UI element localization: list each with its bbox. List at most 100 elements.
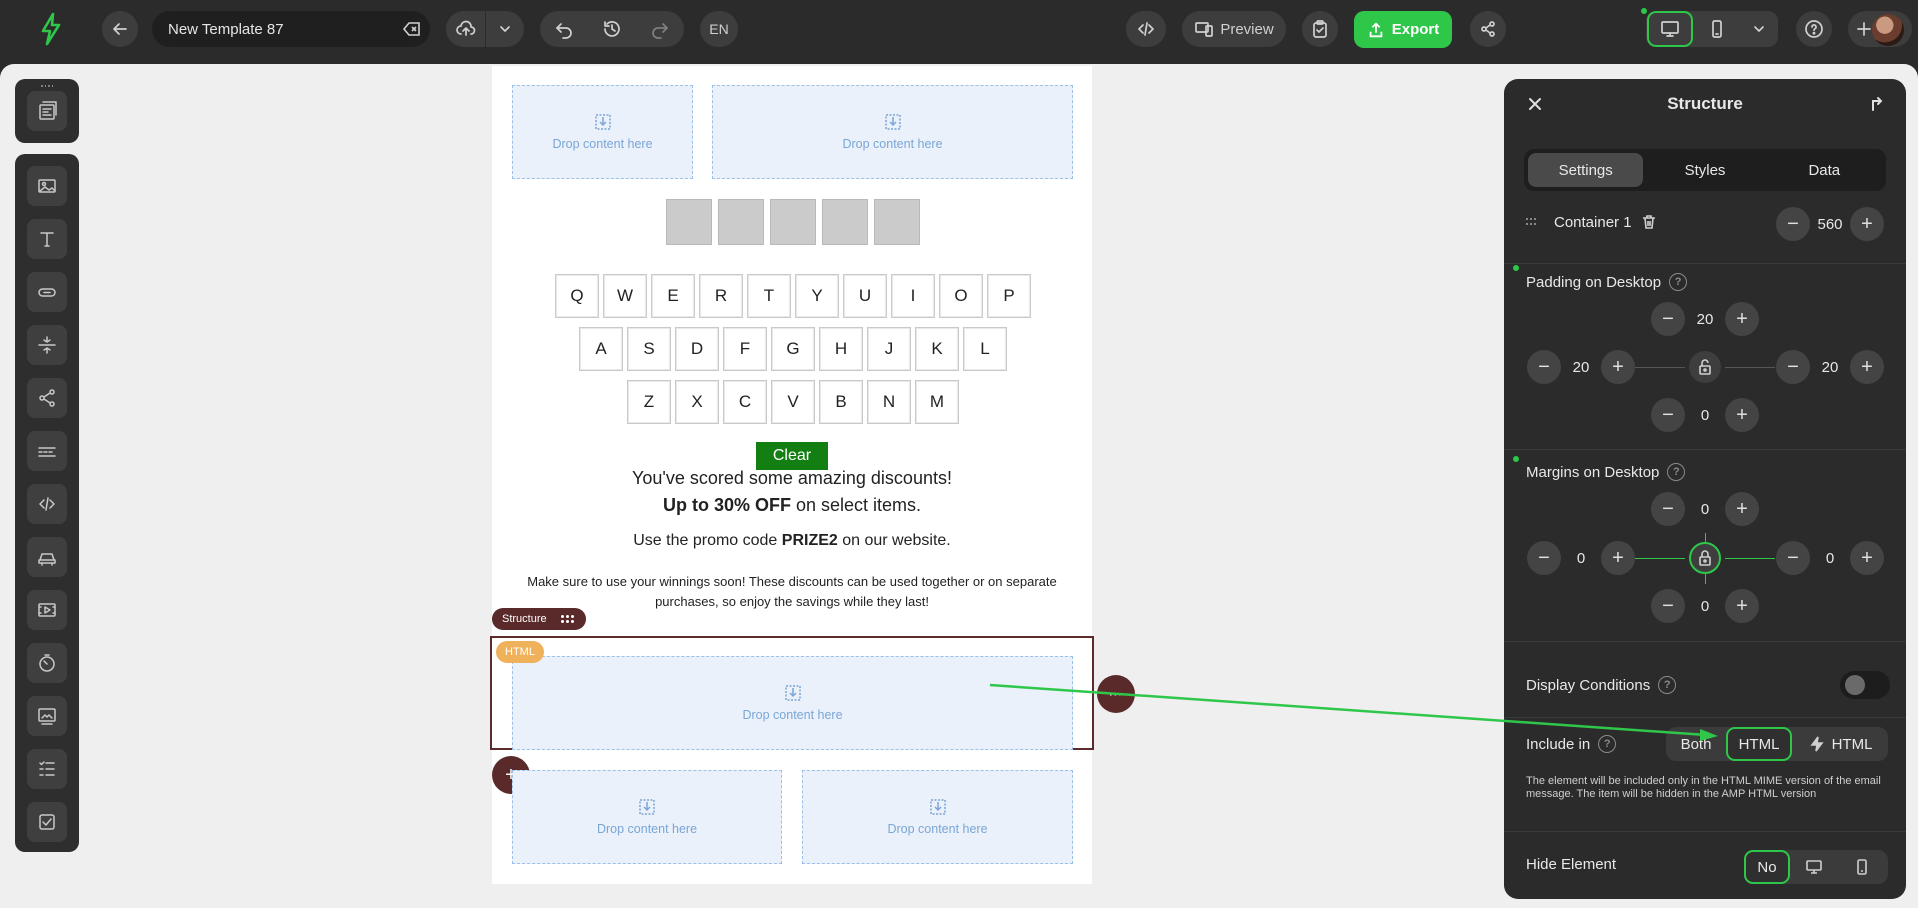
- structure-pill[interactable]: Structure: [492, 608, 586, 630]
- drop-zone[interactable]: Drop content here: [512, 656, 1073, 750]
- decrement-button[interactable]: −: [1651, 492, 1685, 526]
- key-b[interactable]: B: [819, 380, 863, 424]
- cloud-upload-button[interactable]: [446, 11, 485, 47]
- mobile-view-button[interactable]: [1695, 11, 1739, 47]
- margin-left-value[interactable]: 0: [1561, 550, 1601, 567]
- key-z[interactable]: Z: [627, 380, 671, 424]
- drag-handle-icon[interactable]: [1526, 218, 1538, 226]
- decrement-button[interactable]: −: [1651, 302, 1685, 336]
- padding-bottom-stepper[interactable]: − 0 +: [1651, 397, 1759, 433]
- checkbox-block-button[interactable]: [27, 802, 67, 842]
- padding-right-value[interactable]: 20: [1810, 359, 1850, 376]
- help-icon[interactable]: ?: [1658, 676, 1677, 694]
- tab-settings[interactable]: Settings: [1528, 153, 1644, 187]
- key-l[interactable]: L: [963, 327, 1007, 371]
- help-icon[interactable]: ?: [1667, 463, 1686, 481]
- image-block-button[interactable]: [27, 166, 67, 206]
- increment-button[interactable]: +: [1725, 302, 1759, 336]
- drag-grid-icon[interactable]: [560, 615, 574, 623]
- video-block-button[interactable]: [27, 590, 67, 630]
- decrement-button[interactable]: −: [1651, 398, 1685, 432]
- tab-data[interactable]: Data: [1767, 153, 1882, 187]
- key-d[interactable]: D: [675, 327, 719, 371]
- padding-left-stepper[interactable]: − 20 +: [1527, 349, 1635, 385]
- decrement-button[interactable]: −: [1776, 350, 1810, 384]
- device-options-dropdown[interactable]: [1741, 11, 1777, 47]
- export-button[interactable]: Export: [1354, 11, 1452, 48]
- desktop-view-button[interactable]: [1647, 11, 1693, 47]
- decrement-button[interactable]: −: [1776, 541, 1810, 575]
- help-icon[interactable]: ?: [1598, 735, 1617, 753]
- padding-right-stepper[interactable]: − 20 +: [1776, 349, 1884, 385]
- increment-button[interactable]: +: [1725, 589, 1759, 623]
- margin-bottom-stepper[interactable]: − 0 +: [1651, 588, 1759, 624]
- redo-button[interactable]: [636, 11, 684, 47]
- drop-zone[interactable]: Drop content here: [512, 770, 782, 864]
- tab-styles[interactable]: Styles: [1647, 153, 1762, 187]
- margin-lock-button[interactable]: [1689, 542, 1721, 574]
- key-w[interactable]: W: [603, 274, 647, 318]
- container-width-value[interactable]: 560: [1810, 216, 1850, 233]
- increment-button[interactable]: +: [1601, 350, 1635, 384]
- share-button[interactable]: [1470, 11, 1506, 47]
- layers-panel-handle[interactable]: [15, 79, 79, 143]
- hide-no-option[interactable]: No: [1744, 850, 1790, 884]
- key-q[interactable]: Q: [555, 274, 599, 318]
- padding-lock-button[interactable]: [1689, 351, 1721, 383]
- language-button[interactable]: EN: [700, 11, 738, 47]
- menu-block-button[interactable]: [27, 431, 67, 471]
- container-width-stepper[interactable]: − 560 +: [1776, 206, 1884, 242]
- decrement-button[interactable]: −: [1776, 207, 1810, 241]
- key-v[interactable]: V: [771, 380, 815, 424]
- increment-button[interactable]: +: [1850, 541, 1884, 575]
- clear-button[interactable]: Clear: [756, 442, 828, 470]
- spacer-block-button[interactable]: [27, 325, 67, 365]
- padding-bottom-value[interactable]: 0: [1685, 407, 1725, 424]
- include-both-option[interactable]: Both: [1666, 727, 1726, 761]
- trash-icon[interactable]: [1640, 213, 1658, 231]
- key-p[interactable]: P: [987, 274, 1031, 318]
- clear-input-button[interactable]: [394, 19, 430, 39]
- key-t[interactable]: T: [747, 274, 791, 318]
- margin-bottom-value[interactable]: 0: [1685, 598, 1725, 615]
- timer-block-button[interactable]: [27, 643, 67, 683]
- include-html-option[interactable]: HTML: [1726, 727, 1792, 761]
- key-a[interactable]: A: [579, 327, 623, 371]
- padding-left-value[interactable]: 20: [1561, 359, 1601, 376]
- layers-button[interactable]: [27, 91, 67, 131]
- html-block-button[interactable]: [27, 484, 67, 524]
- key-s[interactable]: S: [627, 327, 671, 371]
- hide-mobile-option[interactable]: [1838, 850, 1886, 884]
- back-button[interactable]: [102, 11, 138, 47]
- carousel-block-button[interactable]: [27, 537, 67, 577]
- key-h[interactable]: H: [819, 327, 863, 371]
- margin-right-stepper[interactable]: − 0 +: [1776, 540, 1884, 576]
- key-y[interactable]: Y: [795, 274, 839, 318]
- margin-top-value[interactable]: 0: [1685, 501, 1725, 518]
- increment-button[interactable]: +: [1725, 398, 1759, 432]
- increment-button[interactable]: +: [1850, 207, 1884, 241]
- button-block-button[interactable]: [27, 272, 67, 312]
- form-block-button[interactable]: [27, 749, 67, 789]
- key-u[interactable]: U: [843, 274, 887, 318]
- checklist-button[interactable]: [1302, 11, 1338, 47]
- increment-button[interactable]: +: [1601, 541, 1635, 575]
- key-i[interactable]: I: [891, 274, 935, 318]
- pin-panel-button[interactable]: [1868, 95, 1886, 113]
- drag-handle-icon[interactable]: [41, 85, 53, 89]
- display-conditions-toggle[interactable]: [1840, 671, 1890, 699]
- key-e[interactable]: E: [651, 274, 695, 318]
- margin-right-value[interactable]: 0: [1810, 550, 1850, 567]
- drop-zone[interactable]: Drop content here: [802, 770, 1073, 864]
- decrement-button[interactable]: −: [1651, 589, 1685, 623]
- undo-button[interactable]: [540, 11, 588, 47]
- avatar[interactable]: [1872, 14, 1904, 46]
- increment-button[interactable]: +: [1725, 492, 1759, 526]
- key-o[interactable]: O: [939, 274, 983, 318]
- template-name-input[interactable]: New Template 87: [152, 11, 430, 47]
- social-block-button[interactable]: [27, 378, 67, 418]
- key-m[interactable]: M: [915, 380, 959, 424]
- help-icon[interactable]: ?: [1669, 273, 1688, 291]
- drop-zone[interactable]: Drop content here: [512, 85, 693, 179]
- key-k[interactable]: K: [915, 327, 959, 371]
